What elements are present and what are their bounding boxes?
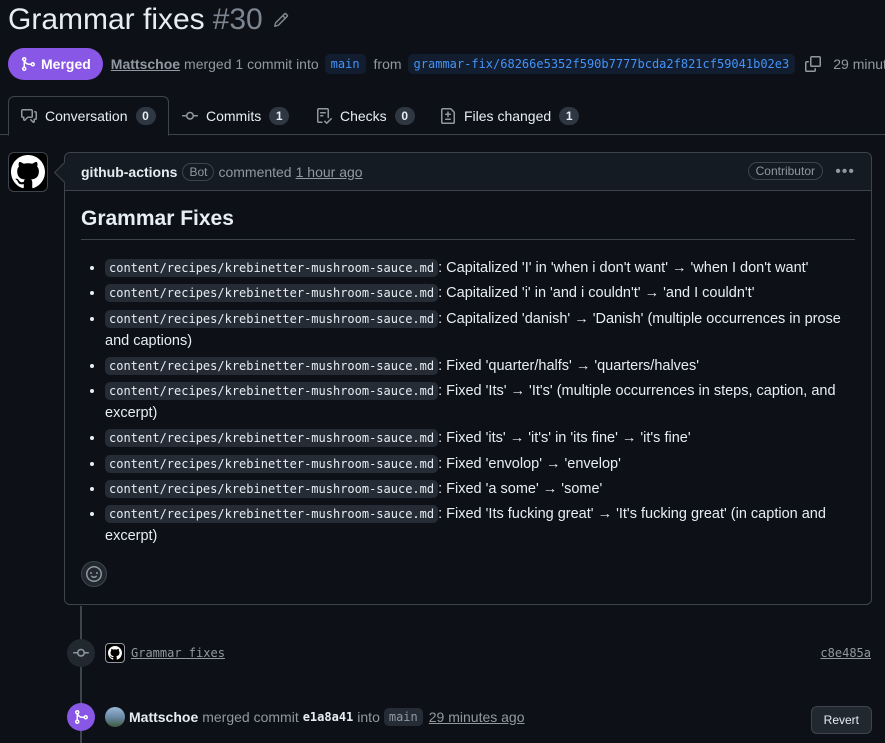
tab-files-changed-label: Files changed [464,107,552,124]
pr-comment: github-actions Bot commented 1 hour ago … [64,152,872,605]
files-icon [441,107,455,124]
fix-text: : Capitalized 'i' in 'and i couldn't' → … [438,285,755,302]
list-item: content/recipes/krebinetter-mushroom-sau… [105,257,855,279]
pr-time: 29 minutes ago [833,56,885,72]
merge-event-row: Mattschoe merged commit e1a8a41 into mai… [105,706,525,728]
contributor-badge: Contributor [747,162,823,180]
github-icon [11,155,45,189]
comment-action: commented [218,163,292,180]
list-item: content/recipes/krebinetter-mushroom-sau… [105,355,855,377]
pr-meta: Merged Mattschoe merged 1 commit into ma… [8,48,885,80]
merger-avatar[interactable] [105,707,125,727]
fix-text: : Fixed 'quarter/halfs' → 'quarters/halv… [438,357,700,374]
add-reaction-button[interactable] [81,561,107,587]
commit-message-link[interactable]: Grammar fixes [131,646,225,660]
comment-header: github-actions Bot commented 1 hour ago … [65,153,871,191]
list-item: content/recipes/krebinetter-mushroom-sau… [105,503,855,547]
into-text: into [357,709,380,725]
merge-icon [22,57,36,71]
file-path: content/recipes/krebinetter-mushroom-sau… [105,454,439,473]
pr-title-row: Grammar fixes #30 [8,2,289,38]
tab-commits[interactable]: Commits 1 [182,96,290,135]
file-path: content/recipes/krebinetter-mushroom-sau… [105,382,439,401]
head-branch[interactable]: grammar-fix/68266e5352f590b7777bcda2f821… [407,54,796,74]
pr-title: Grammar fixes [8,3,205,36]
tab-conversation-label: Conversation [45,108,128,124]
pr-number: #30 [212,3,263,36]
revert-button[interactable]: Revert [810,706,872,734]
from-text: from [373,56,402,72]
smiley-icon [86,566,102,582]
edit-icon[interactable] [273,12,289,28]
list-item: content/recipes/krebinetter-mushroom-sau… [105,380,855,424]
tab-commits-count: 1 [269,106,290,125]
file-path: content/recipes/krebinetter-mushroom-sau… [105,309,439,328]
commit-sha-link[interactable]: c8e485a [820,646,871,660]
fix-text: : Fixed 'its' → 'it's' in 'its fine' → '… [438,430,691,447]
file-path: content/recipes/krebinetter-mushroom-sau… [105,505,439,524]
list-item: content/recipes/krebinetter-mushroom-sau… [105,453,855,475]
fix-text: : Fixed 'envolop' → 'envelop' [438,455,621,472]
github-icon [108,646,122,660]
tab-conversation[interactable]: Conversation 0 [8,96,169,136]
merge-text: merged commit [202,709,299,725]
bot-badge: Bot [182,162,215,181]
checks-icon [317,107,332,124]
tab-checks[interactable]: Checks 0 [316,96,415,135]
commit-node-icon [67,639,95,667]
fix-text: : Fixed 'a some' → 'some' [438,481,603,498]
merge-target-branch[interactable]: main [383,708,423,726]
file-path: content/recipes/krebinetter-mushroom-sau… [105,480,439,499]
file-path: content/recipes/krebinetter-mushroom-sau… [105,429,439,448]
comment-author[interactable]: github-actions [81,164,177,180]
list-item: content/recipes/krebinetter-mushroom-sau… [105,427,855,449]
tab-commits-label: Commits [206,107,262,124]
github-actions-avatar[interactable] [8,152,48,192]
merger-name[interactable]: Mattschoe [129,709,198,725]
file-path: content/recipes/krebinetter-mushroom-sau… [105,259,439,277]
merge-commit-sha[interactable]: e1a8a41 [303,710,354,724]
comment-heading: Grammar Fixes [81,207,855,240]
merged-text: merged 1 commit into [184,56,319,72]
merged-status-label: Merged [41,56,91,72]
tab-checks-label: Checks [340,107,387,124]
list-item: content/recipes/krebinetter-mushroom-sau… [105,308,855,352]
comment-body: Grammar Fixes content/recipes/krebinette… [65,191,871,547]
conversation-icon [21,109,37,123]
commit-row: Grammar fixes [105,642,225,664]
file-path: content/recipes/krebinetter-mushroom-sau… [105,284,439,303]
tab-conversation-count: 0 [135,107,156,125]
copy-icon[interactable] [805,56,822,72]
merge-node-icon [67,703,95,731]
fix-list: content/recipes/krebinetter-mushroom-sau… [81,257,855,547]
list-item: content/recipes/krebinetter-mushroom-sau… [105,478,855,500]
commit-avatar[interactable] [105,643,125,663]
merge-time[interactable]: 29 minutes ago [429,709,525,725]
pr-tabs: Conversation 0 Commits 1 Checks 0 Files … [0,96,885,136]
tab-checks-count: 0 [394,106,415,125]
comment-time[interactable]: 1 hour ago [296,164,363,180]
tab-files-changed-count: 1 [559,106,580,125]
base-branch[interactable]: main [324,54,366,74]
kebab-icon[interactable]: ••• [835,163,855,181]
pr-author-link[interactable]: Mattschoe [111,56,180,72]
merged-status-badge: Merged [8,48,103,80]
commit-icon [182,111,198,120]
tab-files-changed[interactable]: Files changed 1 [440,96,580,135]
list-item: content/recipes/krebinetter-mushroom-sau… [105,282,855,304]
file-path: content/recipes/krebinetter-mushroom-sau… [105,356,439,375]
fix-text: : Capitalized 'I' in 'when i don't want'… [438,260,809,276]
